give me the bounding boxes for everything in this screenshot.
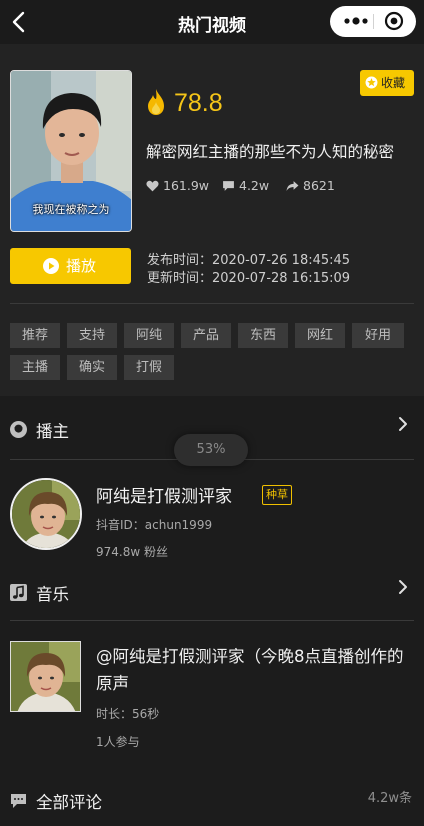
comments-total: 4.2w条 [367, 791, 412, 806]
shares-count: 8621 [303, 178, 335, 193]
divider [10, 620, 414, 621]
flame-icon [148, 89, 164, 115]
host-douyin-id: 抖音ID：achun1999 [96, 518, 213, 532]
music-cover-image [11, 642, 80, 711]
tag-item[interactable]: 主播 [10, 355, 60, 380]
share-arrow-icon [286, 181, 299, 191]
tag-item[interactable]: 推荐 [10, 323, 60, 348]
music-note-icon [10, 584, 27, 601]
chevron-right-icon[interactable] [398, 579, 408, 595]
tag-item[interactable]: 产品 [181, 323, 231, 348]
music-heading: 音乐 [36, 585, 69, 604]
tag-item[interactable]: 支持 [67, 323, 117, 348]
update-time: 更新时间：2020-07-28 16:15:09 [147, 271, 351, 286]
host-followers: 974.8w 粉丝 [96, 545, 168, 559]
music-duration: 时长：56秒 [96, 707, 160, 721]
tag-item[interactable]: 网红 [295, 323, 345, 348]
host-name[interactable]: 阿纯是打假测评家 [96, 482, 232, 507]
tag-item[interactable]: 阿纯 [124, 323, 174, 348]
heart-icon [146, 180, 159, 192]
capsule-divider [373, 14, 374, 29]
target-circle-icon[interactable] [384, 11, 404, 31]
heat-score: 78.8 [174, 89, 223, 117]
comments-heading: 全部评论 [36, 793, 102, 812]
comment-bubble-icon [11, 794, 26, 808]
tag-item[interactable]: 东西 [238, 323, 288, 348]
star-icon [365, 76, 378, 89]
nav-bar: 热门视频 [0, 0, 424, 44]
host-heading: 播主 [36, 422, 69, 441]
host-avatar[interactable] [10, 478, 82, 550]
more-dots-icon[interactable] [342, 14, 370, 28]
comments-count: 4.2w [239, 178, 270, 193]
cover-caption: 我现在被称之为 [32, 203, 110, 216]
mini-program-capsule [330, 6, 416, 37]
play-label: 播放 [66, 257, 97, 275]
tag-item[interactable]: 好用 [352, 323, 404, 348]
video-cover[interactable]: 我现在被称之为 [10, 70, 132, 232]
comment-icon [223, 181, 234, 191]
music-title[interactable]: @阿纯是打假测评家（今晚8点直播创作的原声 [96, 643, 412, 697]
music-cover[interactable] [10, 641, 81, 712]
user-circle-icon [10, 421, 27, 438]
favorite-button[interactable]: 收藏 [360, 70, 414, 96]
comments-stat: 4.2w [222, 178, 269, 193]
play-button[interactable]: 播放 [10, 248, 131, 284]
divider [10, 303, 414, 304]
likes-count: 161.9w [163, 178, 210, 193]
likes-stat: 161.9w [146, 178, 209, 193]
play-circle-icon [43, 258, 59, 274]
publish-time: 发布时间：2020-07-26 18:45:45 [147, 253, 351, 268]
chevron-right-icon[interactable] [398, 416, 408, 432]
shares-stat: 8621 [286, 178, 335, 193]
host-category-badge: 种草 [262, 485, 292, 505]
favorite-label: 收藏 [381, 76, 406, 90]
tag-item[interactable]: 打假 [124, 355, 174, 380]
video-title: 解密网红主播的那些不为人知的秘密 [146, 143, 395, 161]
tag-item[interactable]: 确实 [67, 355, 117, 380]
loading-progress-toast: 53% [174, 434, 248, 466]
music-participants: 1人参与 [96, 735, 140, 749]
